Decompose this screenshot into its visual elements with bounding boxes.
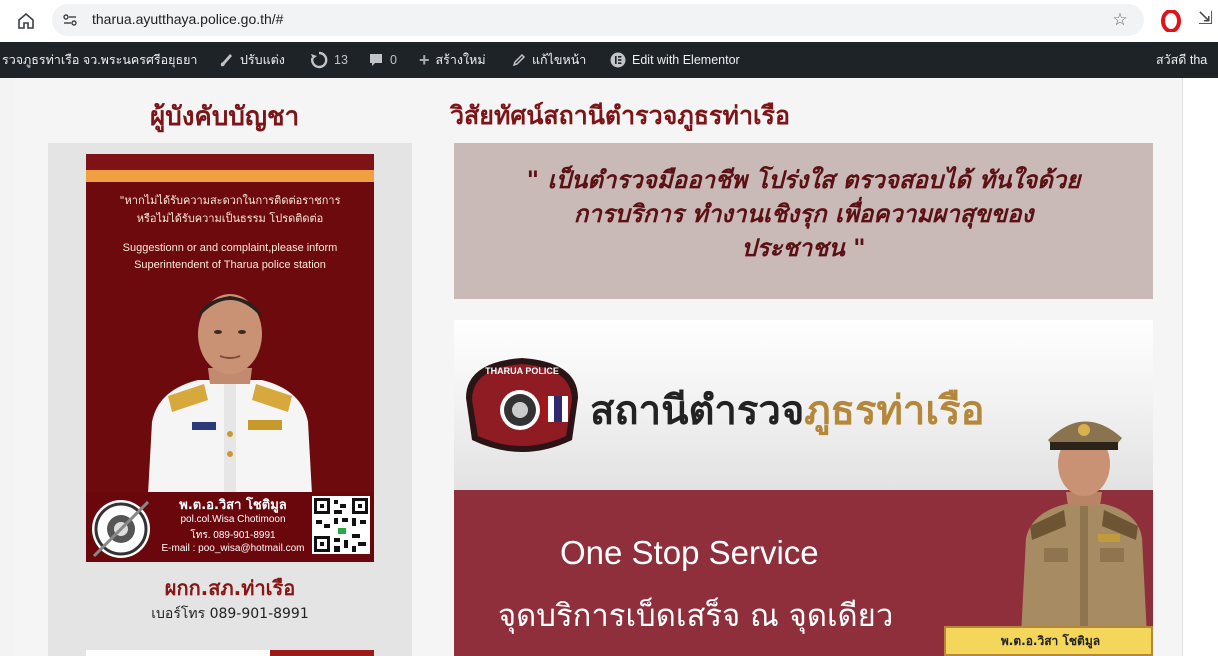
commander-poster[interactable]: "หากไม่ได้รับความสะดวกในการติดต่อราชการ … <box>86 154 374 562</box>
admin-elementor[interactable]: Edit with Elementor <box>610 42 740 78</box>
greeting-label: สวัสดี tha <box>1156 53 1208 67</box>
updates-icon <box>310 51 328 69</box>
new-label: สร้างใหม่ <box>435 53 486 67</box>
vision-quote: " เป็นตำรวจมืออาชีพ โปร่งใส ตรวจสอบได้ ท… <box>454 163 1153 265</box>
commander-heading: ผู้บังคับบัญชา <box>150 102 300 132</box>
nameplate-text: พ.ต.อ.วิสา โชติมูล <box>1000 634 1101 648</box>
site-info-icon[interactable] <box>60 10 80 30</box>
comment-icon <box>368 52 384 68</box>
station-name-part-gold: ภูธรท่าเรือ <box>804 388 985 434</box>
admin-comments[interactable]: 0 <box>368 42 397 78</box>
admin-site-name[interactable]: รวจภูธรท่าเรือ จว.พระนครศรีอยุธยา <box>2 42 197 78</box>
officer-portrait <box>148 294 312 494</box>
vision-heading: วิสัยทัศน์สถานีตำรวจภูธรท่าเรือ <box>450 101 790 130</box>
poster-thai-text: "หากไม่ได้รับความสะดวกในการติดต่อราชการ … <box>86 192 374 228</box>
poster-thai-line: "หากไม่ได้รับความสะดวกในการติดต่อราชการ <box>119 194 341 207</box>
opera-icon[interactable] <box>1160 8 1182 34</box>
edit-page-label: แก้ไขหน้า <box>532 53 587 67</box>
one-stop-service-banner[interactable]: THARUA POLICE สถานีตำรวจภูธรท่าเรือ One … <box>454 320 1153 656</box>
officer-name-english: pol.col.Wisa Chotimoon <box>180 514 286 525</box>
updates-count: 13 <box>334 53 348 67</box>
admin-new[interactable]: + สร้างใหม่ <box>419 42 486 78</box>
badge-text: THARUA POLICE <box>485 366 559 376</box>
scrollbar-area[interactable] <box>1182 78 1218 656</box>
banner-service-thai: จุดบริการเบ็ดเสร็จ ณ จุดเดียว <box>498 598 894 634</box>
elementor-icon <box>610 52 626 68</box>
url-text[interactable]: tharua.ayutthaya.police.go.th/# <box>92 11 283 27</box>
comments-count: 0 <box>390 53 397 67</box>
officer-name-thai: พ.ต.อ.วิสา โชติมูล <box>179 498 287 513</box>
commander-phone: เบอร์โทร 089-901-8991 <box>151 606 309 622</box>
admin-customize[interactable]: ปรับแต่ง <box>218 42 285 78</box>
wp-admin-bar: รวจภูธรท่าเรือ จว.พระนครศรีอยุธยา ปรับแต… <box>0 42 1218 78</box>
bookmark-star-icon[interactable]: ☆ <box>1110 10 1130 30</box>
nameplate: พ.ต.อ.วิสา โชติมูล <box>944 626 1153 656</box>
qr-code[interactable] <box>312 496 370 554</box>
officer-figure <box>1020 421 1148 656</box>
admin-edit-page[interactable]: แก้ไขหน้า <box>512 42 586 78</box>
vision-quote-box: " เป็นตำรวจมืออาชีพ โปร่งใส ตรวจสอบได้ ท… <box>454 143 1153 299</box>
station-name-part: สถานีตำรวจ <box>590 388 805 434</box>
poster-orange-stripe <box>86 170 374 182</box>
vision-line: " เป็นตำรวจมืออาชีพ โปร่งใส ตรวจสอบได้ ท… <box>526 166 1081 194</box>
elementor-label: Edit with Elementor <box>632 53 740 67</box>
customize-label: ปรับแต่ง <box>240 53 285 67</box>
police-badge-icon: THARUA POLICE <box>466 358 578 452</box>
commander-caption: ผกก.สภ.ท่าเรือ <box>164 576 296 600</box>
plus-icon: + <box>419 49 430 70</box>
brush-icon <box>218 52 234 68</box>
browser-toolbar: tharua.ayutthaya.police.go.th/# ☆ ⇲ <box>0 0 1218 42</box>
admin-account[interactable]: สวัสดี tha <box>1156 42 1207 78</box>
admin-updates[interactable]: 13 <box>310 42 348 78</box>
officer-email: E-mail : poo_wisa@hotmail.com <box>161 543 305 554</box>
officer-telephone: โทร. 089-901-8991 <box>190 530 276 541</box>
home-icon[interactable] <box>14 9 38 33</box>
pencil-icon <box>512 53 526 67</box>
poster-english-line: Suggestionn or and complaint,please info… <box>122 242 338 254</box>
vision-line: การบริการ ทำงานเชิงรุก เพื่อความผาสุขของ <box>573 200 1034 228</box>
banner-service-english: One Stop Service <box>560 534 819 571</box>
banner-station-name: สถานีตำรวจภูธรท่าเรือ <box>590 378 985 442</box>
vision-line: ประชาชน " <box>741 234 866 262</box>
poster-top-band <box>86 154 374 170</box>
poster-english-text: Suggestionn or and complaint,please info… <box>86 240 374 274</box>
extensions-icon[interactable]: ⇲ <box>1198 8 1218 34</box>
address-bar[interactable]: tharua.ayutthaya.police.go.th/# ☆ <box>52 4 1144 36</box>
poster-thai-line: หรือไม่ได้รับความเป็นธรรม โปรดติดต่อ <box>136 212 324 225</box>
police-emblem-icon <box>92 500 150 558</box>
site-name-label: รวจภูธรท่าเรือ จว.พระนครศรีอยุธยา <box>2 53 198 67</box>
next-poster-preview-band <box>270 650 374 656</box>
